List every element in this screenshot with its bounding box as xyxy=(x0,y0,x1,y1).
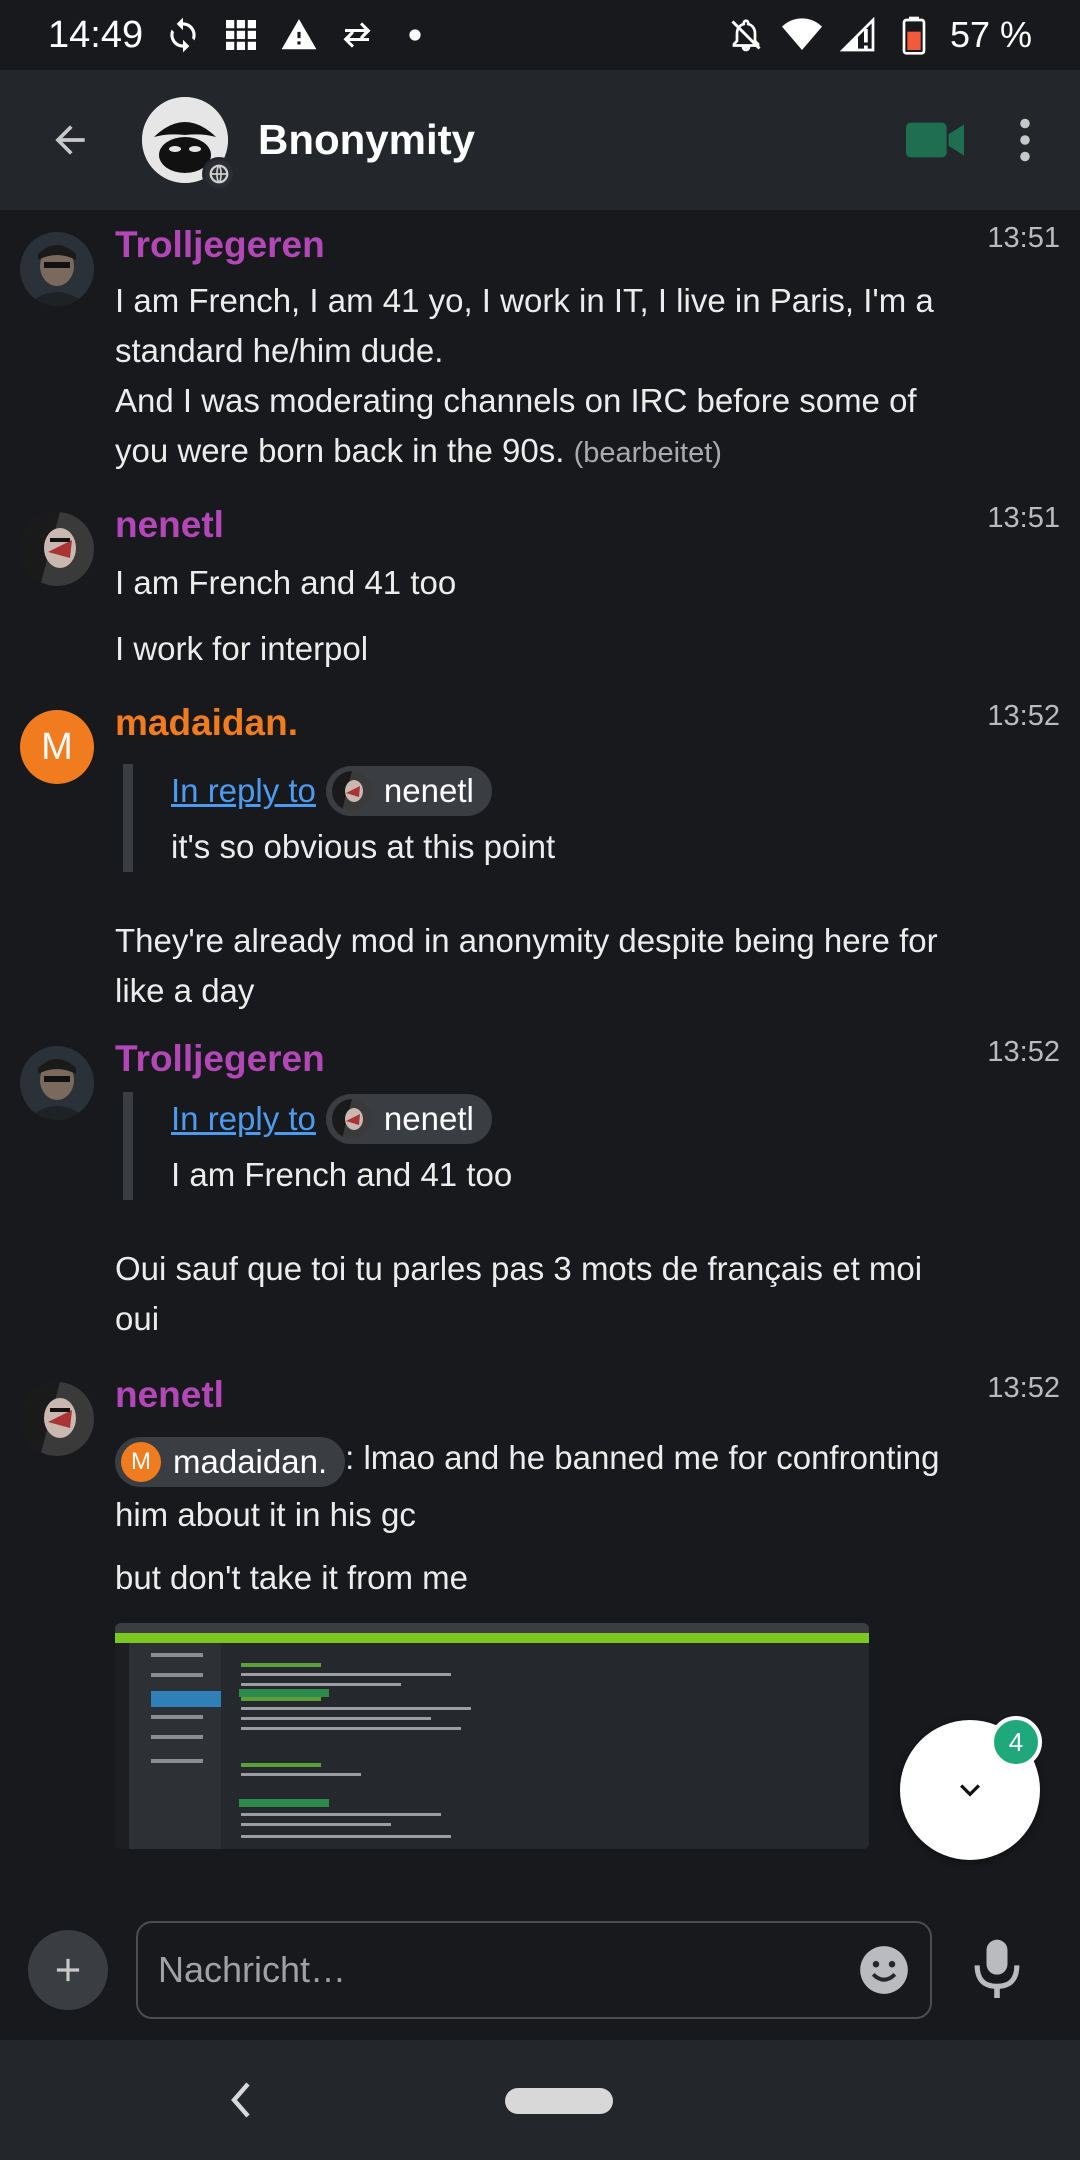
avatar-initial: M xyxy=(41,725,73,768)
message-timestamp: 13:52 xyxy=(987,700,1060,732)
warning-icon xyxy=(279,15,319,55)
battery-percent: 57 % xyxy=(949,14,1032,55)
video-call-button[interactable] xyxy=(900,105,970,175)
home-gesture-handle[interactable] xyxy=(505,2088,613,2114)
system-navigation-bar xyxy=(0,2040,1080,2160)
status-time: 14:49 xyxy=(48,13,144,56)
screenshot-thumbnail xyxy=(115,1623,869,1849)
smiley-icon xyxy=(860,1946,908,1994)
back-button[interactable] xyxy=(20,90,120,190)
arrow-left-icon xyxy=(55,125,85,155)
message-body: I am French, I am 41 yo, I work in IT, I… xyxy=(115,276,975,478)
avatar: M xyxy=(121,1442,161,1482)
avatar[interactable] xyxy=(20,232,94,306)
unread-count-badge: 4 xyxy=(990,1716,1042,1768)
sender-name[interactable]: Trolljegeren xyxy=(115,220,1060,270)
mute-icon xyxy=(726,15,766,55)
message-body: They're already mod in anonymity despite… xyxy=(115,922,938,1009)
scroll-to-bottom-button[interactable]: 4 xyxy=(900,1716,1042,1860)
reply-quote[interactable]: In reply to nenetl it's so obvious at th… xyxy=(123,764,1060,872)
message-line: I am French, I am 41 yo, I work in IT, I… xyxy=(115,282,934,369)
message-timestamp: 13:51 xyxy=(987,502,1060,534)
dot-icon xyxy=(395,15,435,55)
grid-icon xyxy=(221,15,261,55)
sender-name[interactable]: madaidan. xyxy=(115,698,1060,748)
public-room-badge xyxy=(202,157,236,191)
sender-name[interactable]: Trolljegeren xyxy=(115,1034,1060,1084)
message-item[interactable]: nenetl 13:51 I am French and 41 too I wo… xyxy=(0,500,1080,674)
in-reply-to-link[interactable]: In reply to xyxy=(171,1100,316,1138)
message-line: And I was moderating channels on IRC bef… xyxy=(115,382,917,469)
chevron-left-icon xyxy=(231,2082,250,2118)
reply-quote[interactable]: In reply to nenetl I am French and 41 to… xyxy=(123,1092,1060,1200)
reply-text: it's so obvious at this point xyxy=(171,828,556,865)
pill-username: nenetl xyxy=(383,1100,474,1137)
message-body: M madaidan. : lmao and he banned me for … xyxy=(115,1430,975,1543)
message-composer xyxy=(0,1900,1080,2040)
emoji-button[interactable] xyxy=(858,1944,910,1996)
message-timeline[interactable]: Trolljegeren 13:51 I am French, I am 41 … xyxy=(0,210,1080,1870)
room-title[interactable]: Bnonymity xyxy=(258,116,475,164)
message-item[interactable]: Trolljegeren 13:51 I am French, I am 41 … xyxy=(0,220,1080,478)
message-body: Oui sauf que toi tu parles pas 3 mots de… xyxy=(115,1250,923,1337)
globe-icon xyxy=(209,164,229,184)
sender-name[interactable]: nenetl xyxy=(115,1370,1060,1420)
user-pill[interactable]: nenetl xyxy=(325,766,492,816)
avatar-initial: M xyxy=(131,1448,151,1475)
in-reply-to-link[interactable]: In reply to xyxy=(171,772,316,810)
data-transfer-icon xyxy=(337,15,377,55)
edited-marker: (bearbeitet) xyxy=(573,437,722,469)
microphone-icon xyxy=(974,1939,1020,1998)
more-vertical-icon xyxy=(1020,118,1030,162)
overflow-menu-button[interactable] xyxy=(990,105,1060,175)
message-item[interactable]: M madaidan. 13:52 In reply to nenetl it'… xyxy=(0,698,1080,1016)
chevron-down-icon xyxy=(960,1784,980,1797)
message-timestamp: 13:52 xyxy=(987,1036,1060,1068)
avatar[interactable] xyxy=(20,1382,94,1456)
room-header: Bnonymity xyxy=(0,70,1080,210)
message-body: I am French and 41 too xyxy=(115,564,457,601)
message-body: I work for interpol xyxy=(115,630,369,667)
signal-icon xyxy=(838,15,878,55)
avatar xyxy=(331,771,372,811)
user-pill[interactable]: nenetl xyxy=(325,1094,492,1144)
avatar[interactable] xyxy=(20,1046,94,1120)
message-body: but don't take it from me xyxy=(115,1559,468,1596)
status-bar: 14:49 57 % xyxy=(0,0,1080,70)
avatar[interactable]: M xyxy=(20,710,94,784)
system-back-button[interactable] xyxy=(210,2070,270,2130)
wifi-icon xyxy=(781,15,822,55)
avatar[interactable] xyxy=(20,512,94,586)
pill-username: nenetl xyxy=(383,772,474,809)
sync-icon xyxy=(163,15,203,55)
message-timestamp: 13:52 xyxy=(987,1372,1060,1404)
add-attachment-button[interactable] xyxy=(28,1930,108,2010)
battery-icon xyxy=(894,15,934,55)
video-camera-icon xyxy=(906,122,964,158)
room-avatar[interactable] xyxy=(142,97,236,191)
sender-name[interactable]: nenetl xyxy=(115,500,1060,550)
reply-text: I am French and 41 too xyxy=(171,1156,513,1193)
mention-username: madaidan. xyxy=(173,1443,328,1480)
message-input-box[interactable] xyxy=(136,1921,932,2019)
message-timestamp: 13:51 xyxy=(987,222,1060,254)
image-attachment[interactable] xyxy=(115,1623,869,1849)
message-item[interactable]: Trolljegeren 13:52 In reply to nenetl I … xyxy=(0,1034,1080,1344)
avatar xyxy=(331,1099,372,1139)
message-input[interactable] xyxy=(158,1949,858,1991)
voice-message-button[interactable] xyxy=(962,1935,1032,2005)
plus-icon xyxy=(56,1958,80,1982)
mention-pill[interactable]: M madaidan. xyxy=(115,1437,346,1487)
